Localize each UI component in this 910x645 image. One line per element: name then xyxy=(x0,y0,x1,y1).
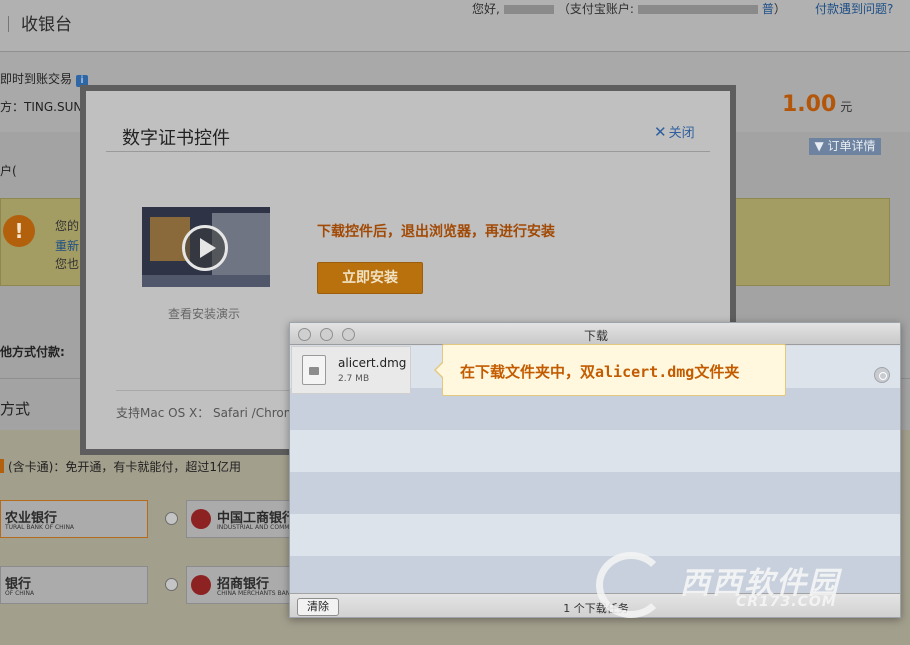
callout-text: 在下载文件夹中，双alicert.dmg文件夹 xyxy=(460,363,740,381)
install-hint: 下载控件后，退出浏览器，再进行安装 xyxy=(317,224,555,240)
video-thumbnail-dock xyxy=(142,275,270,287)
warning-line-3: 您也 xyxy=(55,257,80,271)
dialog-divider xyxy=(106,151,710,152)
play-icon[interactable] xyxy=(182,225,228,271)
account-suffix[interactable]: 普 xyxy=(762,2,774,16)
page-title: 收银台 xyxy=(8,10,72,35)
list-row xyxy=(290,472,900,514)
play-triangle xyxy=(200,238,216,258)
payee: 方：TING.SUN xyxy=(0,100,83,114)
dialog-close-button[interactable]: ✕ 关闭 xyxy=(654,122,695,141)
watermark-logo-icon xyxy=(596,552,666,618)
bank-subname: CHINA MERCHANTS BANK xyxy=(217,590,295,597)
greeting-prefix: 您好, xyxy=(472,2,500,16)
install-demo-video[interactable] xyxy=(142,207,270,287)
list-row xyxy=(290,430,900,472)
bank-subname: OF CHINA xyxy=(5,590,35,597)
download-item[interactable]: alicert.dmg 2.7 MB xyxy=(291,346,411,394)
video-caption[interactable]: 查看安装演示 xyxy=(168,305,240,322)
window-title: 下载 xyxy=(583,329,608,343)
warning-line-1: 您的 xyxy=(55,219,80,233)
cmb-logo-icon xyxy=(191,575,211,595)
amount-value: 1.00 xyxy=(782,92,837,117)
trade-type: 即时到账交易 i xyxy=(0,70,89,87)
bank-radio-icbc[interactable] xyxy=(165,512,178,525)
watermark-url: CR173.COM xyxy=(736,594,837,610)
install-now-button[interactable]: 立即安装 xyxy=(317,262,423,294)
order-details-button[interactable]: ▼ 订单详情 xyxy=(809,138,881,155)
redacted-account xyxy=(637,5,758,14)
close-icon: ✕ xyxy=(654,123,667,141)
page-title-text: 收银台 xyxy=(21,15,72,35)
dmg-file-icon xyxy=(302,355,326,385)
dialog-title: 数字证书控件 xyxy=(122,128,230,149)
payment-amount: 1.00 元 xyxy=(782,92,852,117)
payment-help-link[interactable]: 付款遇到问题? xyxy=(815,0,893,17)
user-account-line: 户( xyxy=(0,164,17,178)
download-file-name: alicert.dmg xyxy=(338,356,407,370)
trade-type-text: 即时到账交易 xyxy=(0,72,73,86)
bank-subname: TURAL BANK OF CHINA xyxy=(5,524,75,531)
account-prefix: （支付宝账户: xyxy=(557,2,634,16)
bank-option-cmb[interactable]: 招商银行 CHINA MERCHANTS BANK xyxy=(186,566,296,604)
icbc-logo-icon xyxy=(191,509,211,529)
instruction-callout: 在下载文件夹中，双alicert.dmg文件夹 xyxy=(434,344,786,396)
reveal-in-finder-icon[interactable] xyxy=(874,367,890,383)
bank-option-abc[interactable]: 农业银行 TURAL BANK OF CHINA xyxy=(0,500,148,538)
close-label: 关闭 xyxy=(668,126,695,141)
list-row xyxy=(290,514,900,556)
other-payment-label: 他方式付款: xyxy=(0,345,65,359)
card-note-icon xyxy=(0,459,4,473)
user-greeting: 您好, （支付宝账户: 普） xyxy=(472,0,786,17)
card-note: (含卡通)：免开通，有卡就能付，超过1亿用 xyxy=(0,458,241,475)
card-note-text: (含卡通)：免开通，有卡就能付，超过1亿用 xyxy=(8,460,241,474)
bank-option-icbc[interactable]: 中国工商银行 INDUSTRIAL AND COMMERCIAL BANK OF… xyxy=(186,500,360,538)
window-titlebar[interactable]: 下载 xyxy=(290,323,900,345)
title-divider xyxy=(8,16,9,32)
payment-method-heading: 方式 xyxy=(0,400,31,418)
amount-unit: 元 xyxy=(840,100,853,114)
page-header: 收银台 您好, （支付宝账户: 普） 付款遇到问题? xyxy=(0,0,910,52)
account-close-paren: ） xyxy=(773,2,786,16)
supported-browsers: 支持Mac OS X： Safari /Chrom xyxy=(116,406,292,420)
bank-option-boc[interactable]: 银行 OF CHINA xyxy=(0,566,148,604)
redacted-username xyxy=(503,5,554,14)
bank-radio-cmb[interactable] xyxy=(165,578,178,591)
site-watermark: 西西软件园 CR173.COM xyxy=(596,552,896,622)
warning-icon: ! xyxy=(3,215,35,247)
download-file-size: 2.7 MB xyxy=(338,374,370,384)
warning-link[interactable]: 重新 xyxy=(55,237,79,254)
